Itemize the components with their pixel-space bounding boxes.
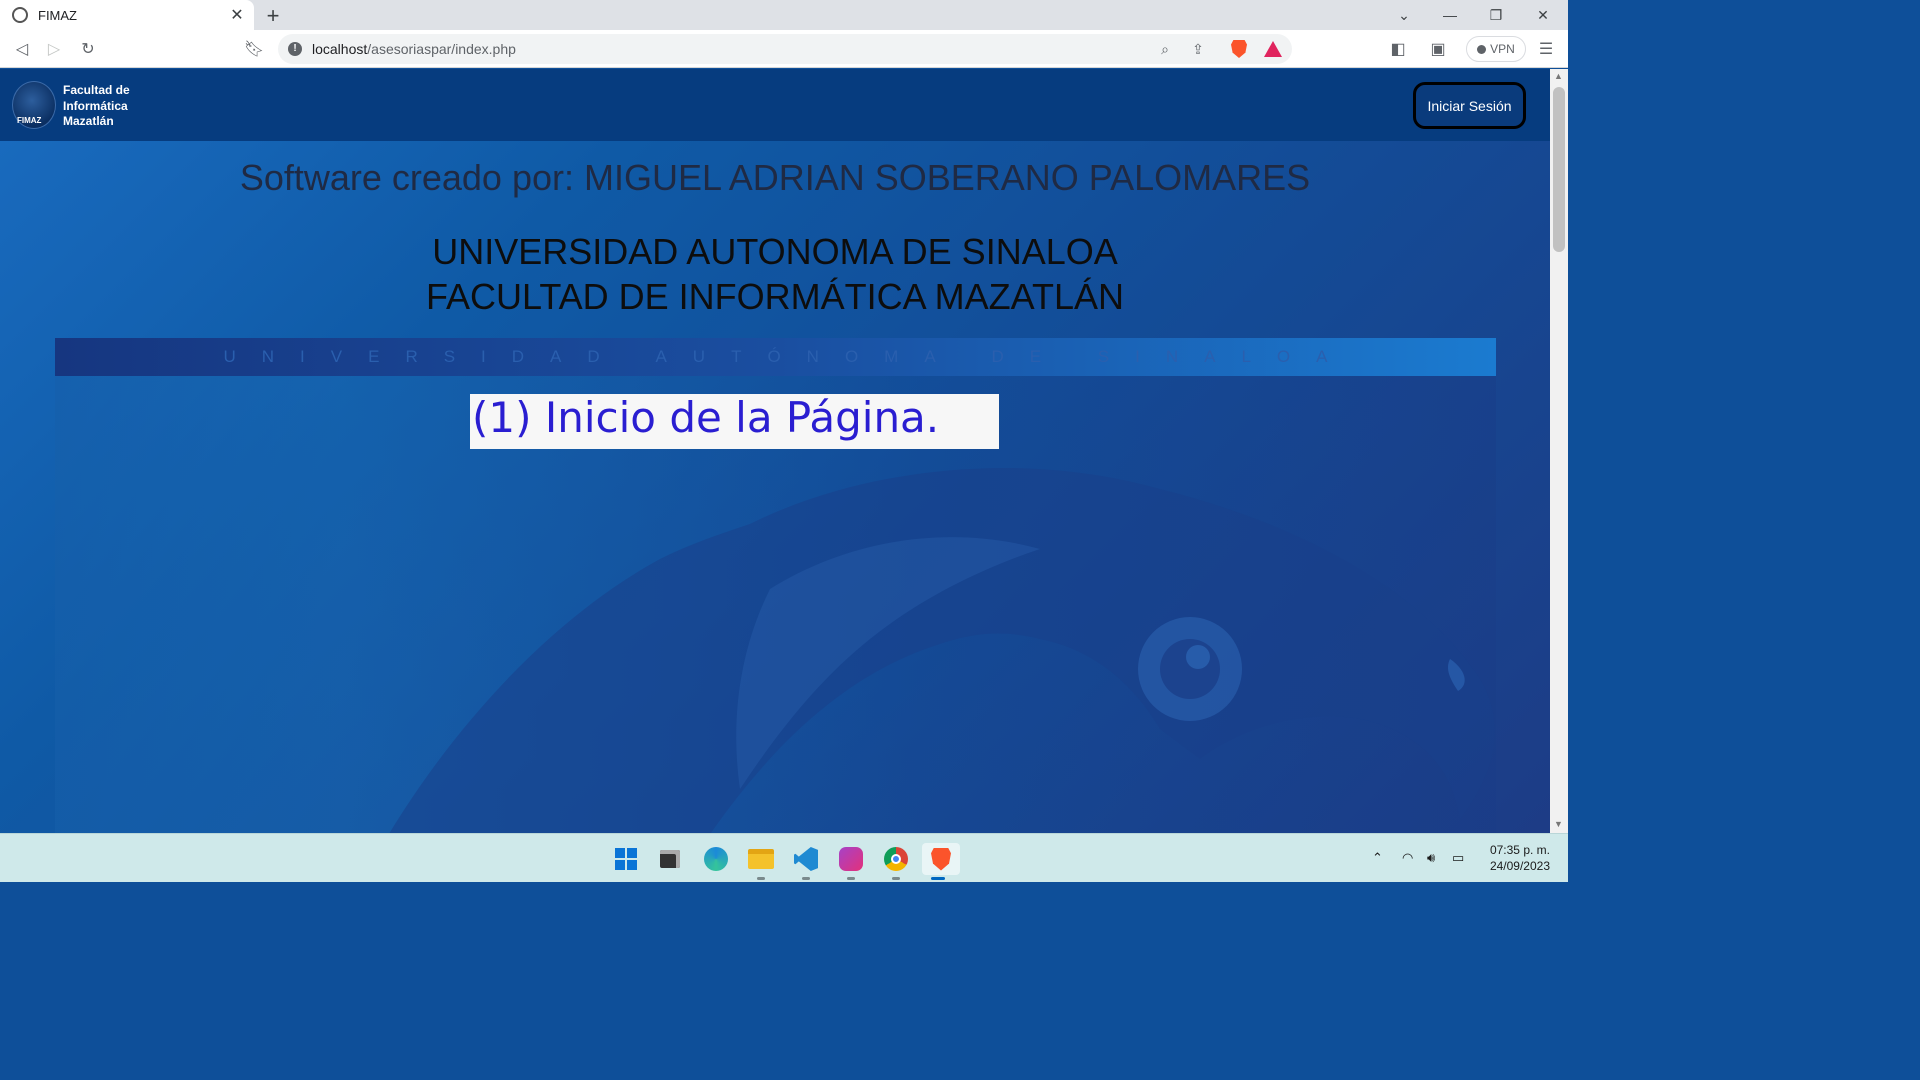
sidebar-icon[interactable]: ◧ (1386, 37, 1410, 61)
vpn-button[interactable]: VPN (1466, 36, 1526, 62)
annotation-label: (1) Inicio de la Página. (470, 393, 999, 449)
site-info-icon[interactable]: ! (288, 42, 302, 56)
web-page: FIMAZ Facultad de Informática Mazatlán I… (0, 69, 1550, 833)
new-tab-button[interactable]: + (262, 3, 284, 29)
url-text[interactable]: localhost/asesoriaspar/index.php (312, 41, 516, 57)
window-close-button[interactable]: ✕ (1520, 0, 1566, 30)
battery-icon[interactable]: ▭ (1452, 850, 1464, 866)
brave-icon[interactable] (922, 843, 960, 880)
wifi-icon[interactable]: ◠ (1402, 850, 1413, 866)
institution-heading: UNIVERSIDAD AUTONOMA DE SINALOA FACULTAD… (0, 229, 1550, 319)
scrollbar-thumb[interactable] (1553, 87, 1565, 252)
close-tab-icon[interactable]: ✕ (228, 5, 246, 25)
bookmark-icon[interactable]: 🔖︎ (242, 37, 266, 61)
vpn-status-icon (1477, 44, 1487, 54)
browser-tab-strip: FIMAZ ✕ + ⌄ — ❐ ✕ (0, 0, 1568, 30)
file-explorer-icon[interactable] (745, 843, 777, 880)
brave-rewards-icon[interactable] (1263, 39, 1283, 59)
edge-icon[interactable] (700, 843, 732, 875)
login-button[interactable]: Iniciar Sesión (1413, 82, 1526, 129)
author-credit: Software creado por: MIGUEL ADRIAN SOBER… (239, 157, 1311, 198)
share-icon[interactable]: ⇪ (1188, 39, 1208, 59)
back-icon[interactable]: ◁ (10, 37, 34, 61)
eagle-watermark-icon (389, 468, 1495, 833)
scroll-down-icon[interactable]: ▼ (1554, 819, 1563, 829)
start-button[interactable] (610, 843, 642, 875)
address-bar[interactable]: ! localhost/asesoriaspar/index.php ⌕ ⇪ (278, 34, 1292, 64)
faculty-name: FACULTAD DE INFORMÁTICA MAZATLÁN (425, 276, 1125, 317)
wallet-icon[interactable]: ▣ (1426, 37, 1450, 61)
volume-icon[interactable]: 🔊︎ (1427, 850, 1435, 866)
browser-tab[interactable]: FIMAZ ✕ (0, 0, 254, 30)
browser-toolbar: ◁ ▷ ↻ 🔖︎ ! localhost/asesoriaspar/index.… (0, 30, 1568, 68)
university-ribbon: UNIVERSIDAD AUTÓNOMA DE SINALOA (55, 338, 1496, 376)
reload-icon[interactable]: ↻ (76, 37, 100, 61)
brand-text: Facultad de Informática Mazatlán (63, 83, 130, 128)
system-clock[interactable]: 07:35 p. m. 24/09/2023 (1478, 842, 1550, 874)
tray-chevron-icon[interactable]: ⌃ (1372, 850, 1383, 866)
favicon-icon (12, 7, 28, 23)
windows-logo-icon (615, 848, 637, 870)
vscode-icon[interactable] (790, 843, 822, 880)
tab-search-icon[interactable]: ⌄ (1381, 0, 1427, 30)
brave-shields-icon[interactable] (1229, 39, 1249, 59)
chrome-icon[interactable] (880, 843, 912, 880)
zoom-icon[interactable]: ⌕ (1155, 39, 1175, 59)
university-name: UNIVERSIDAD AUTONOMA DE SINALOA (432, 231, 1118, 272)
restore-button[interactable]: ❐ (1473, 0, 1519, 30)
minimize-button[interactable]: — (1427, 0, 1473, 30)
menu-icon[interactable]: ☰ (1534, 37, 1558, 61)
tab-title: FIMAZ (38, 7, 77, 23)
site-navbar: FIMAZ Facultad de Informática Mazatlán I… (0, 69, 1550, 141)
scroll-up-icon[interactable]: ▲ (1554, 71, 1563, 81)
os-taskbar: ⌃ ◠ 🔊︎ ▭ 07:35 p. m. 24/09/2023 (0, 833, 1568, 882)
fimaz-logo[interactable]: FIMAZ (12, 81, 56, 129)
page-scrollbar[interactable]: ▲ ▼ (1550, 69, 1568, 833)
task-view-icon[interactable] (654, 843, 686, 875)
forward-icon[interactable]: ▷ (42, 37, 66, 61)
whatsapp-icon[interactable] (835, 843, 867, 880)
